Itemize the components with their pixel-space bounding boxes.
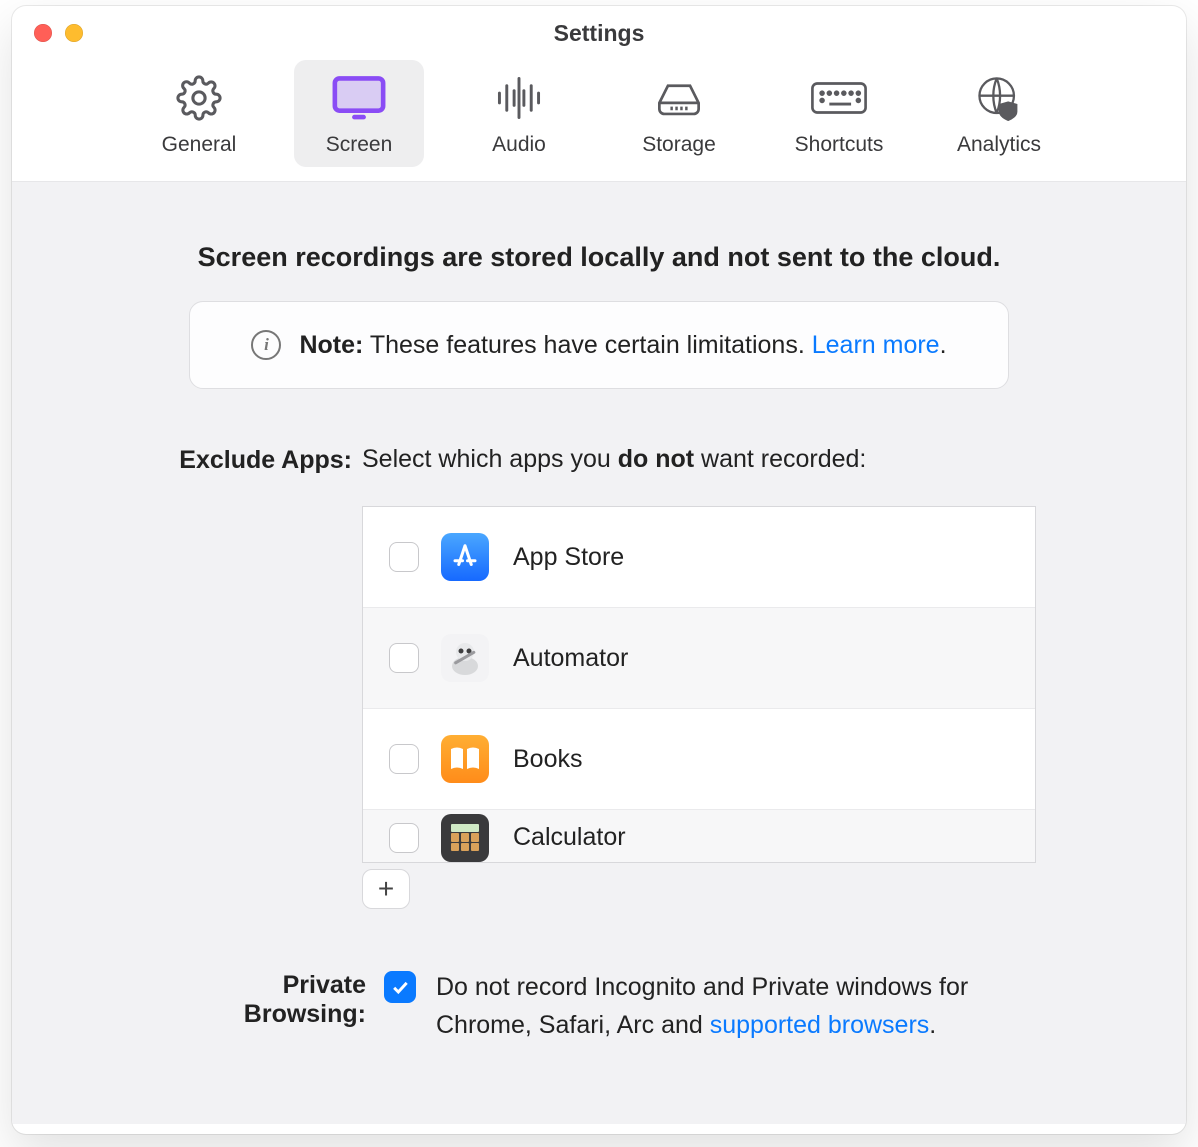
private-browsing-label: Private Browsing: <box>162 969 376 1029</box>
exclude-apps-section: Exclude Apps: Select which apps you do n… <box>162 445 1036 909</box>
monitor-icon <box>329 73 389 123</box>
automator-icon <box>441 634 489 682</box>
tab-audio[interactable]: Audio <box>454 60 584 167</box>
private-browsing-checkbox[interactable] <box>384 971 416 1003</box>
app-checkbox[interactable] <box>389 643 419 673</box>
learn-more-link[interactable]: Learn more <box>812 331 940 359</box>
tab-general[interactable]: General <box>134 60 264 167</box>
tab-label: Storage <box>642 133 716 157</box>
tab-analytics[interactable]: Analytics <box>934 60 1064 167</box>
calculator-icon <box>441 814 489 862</box>
supported-browsers-link[interactable]: supported browsers <box>710 1011 930 1039</box>
exclude-apps-body: Select which apps you do not want record… <box>362 445 1036 909</box>
waveform-icon <box>489 73 549 123</box>
note-text: Note: These features have certain limita… <box>299 331 946 360</box>
tab-label: Audio <box>492 133 546 157</box>
tab-label: Shortcuts <box>795 133 884 157</box>
screen-pane: Screen recordings are stored locally and… <box>12 182 1186 1124</box>
app-row[interactable]: App Store <box>363 507 1035 608</box>
plus-icon: + <box>378 873 394 905</box>
app-checkbox[interactable] <box>389 744 419 774</box>
private-browsing-description: Do not record Incognito and Private wind… <box>436 969 1036 1044</box>
keyboard-icon <box>809 73 869 123</box>
app-name: Calculator <box>513 823 626 852</box>
globe-shield-icon <box>969 73 1029 123</box>
tab-label: Screen <box>326 133 393 157</box>
close-button[interactable] <box>34 24 52 42</box>
app-store-icon <box>441 533 489 581</box>
window-controls <box>34 24 83 42</box>
app-name: App Store <box>513 543 624 572</box>
settings-window: Settings General Screen Audio Storage <box>12 6 1186 1134</box>
info-icon: i <box>251 330 281 360</box>
tab-storage[interactable]: Storage <box>614 60 744 167</box>
note-callout: i Note: These features have certain limi… <box>189 301 1009 389</box>
tab-screen[interactable]: Screen <box>294 60 424 167</box>
app-row[interactable]: Automator <box>363 608 1035 709</box>
note-suffix: . <box>940 331 947 359</box>
private-browsing-section: Private Browsing: Do not record Incognit… <box>162 969 1036 1044</box>
app-row[interactable]: Calculator <box>363 810 1035 863</box>
note-body: These features have certain limitations. <box>363 331 811 359</box>
app-name: Automator <box>513 644 628 673</box>
disk-icon <box>649 73 709 123</box>
app-checkbox[interactable] <box>389 823 419 853</box>
window-title: Settings <box>554 20 645 47</box>
tab-label: General <box>162 133 237 157</box>
gear-icon <box>169 73 229 123</box>
note-label: Note: <box>299 331 363 359</box>
exclude-apps-label: Exclude Apps: <box>162 445 362 475</box>
exclude-apps-list[interactable]: App Store Automator Book <box>362 506 1036 863</box>
tab-label: Analytics <box>957 133 1041 157</box>
toolbar: General Screen Audio Storage Shortcuts <box>12 56 1186 182</box>
minimize-button[interactable] <box>65 24 83 42</box>
app-name: Books <box>513 745 582 774</box>
tab-shortcuts[interactable]: Shortcuts <box>774 60 904 167</box>
app-checkbox[interactable] <box>389 542 419 572</box>
titlebar: Settings <box>12 6 1186 56</box>
books-icon <box>441 735 489 783</box>
headline: Screen recordings are stored locally and… <box>162 242 1036 273</box>
app-row[interactable]: Books <box>363 709 1035 810</box>
add-app-button[interactable]: + <box>362 869 410 909</box>
